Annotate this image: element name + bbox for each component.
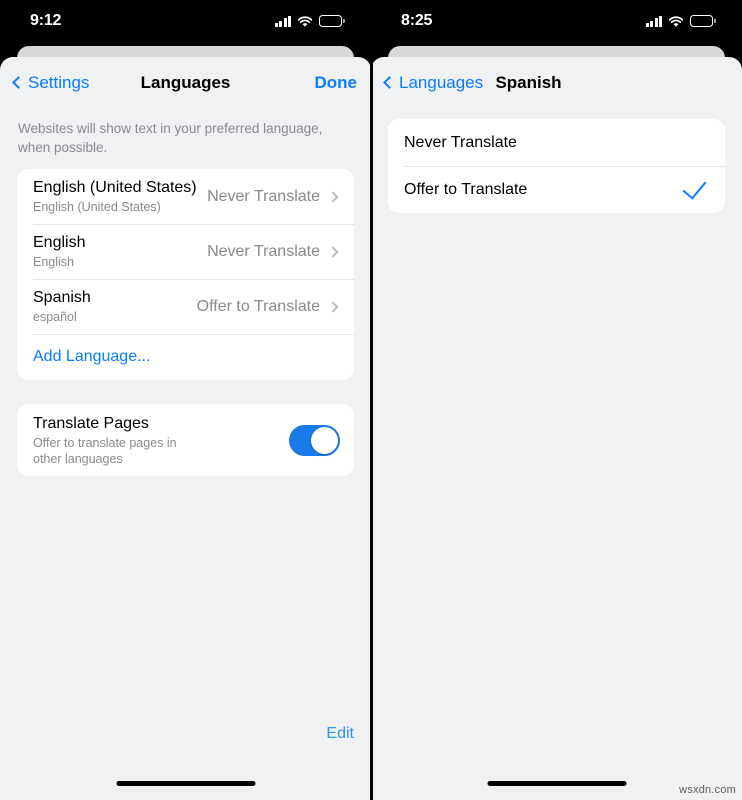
- right-phone-screen: 8:25 Languages Spanish Never Translate O…: [371, 0, 742, 800]
- chevron-right-icon: [327, 190, 339, 203]
- watermark: wsxdn.com: [679, 784, 736, 796]
- language-name: English: [33, 234, 86, 251]
- cellular-bars-icon: [645, 15, 663, 27]
- option-label: Never Translate: [404, 133, 517, 151]
- row-text-group: Translate Pages Offer to translate pages…: [33, 414, 289, 467]
- status-icon-group: [645, 15, 716, 27]
- home-indicator[interactable]: [116, 781, 255, 786]
- right-nav-bar: Languages Spanish: [371, 57, 742, 108]
- screenshot-stage: 9:12 Settings Languages Done Websites wi…: [0, 0, 742, 800]
- languages-card: English (United States) English (United …: [17, 169, 354, 380]
- panel-divider: [370, 0, 373, 800]
- edit-button[interactable]: Edit: [326, 725, 354, 743]
- done-button[interactable]: Done: [315, 73, 358, 93]
- left-content: Websites will show text in your preferre…: [0, 108, 371, 476]
- status-icon-group: [274, 15, 345, 27]
- toggle-knob: [311, 426, 338, 454]
- languages-footnote: Websites will show text in your preferre…: [18, 121, 323, 155]
- right-settings-sheet: Languages Spanish Never Translate Offer …: [371, 57, 742, 800]
- chevron-left-icon: [12, 76, 25, 89]
- back-to-languages-button[interactable]: Languages: [383, 72, 484, 93]
- add-language-label: Add Language...: [33, 348, 151, 365]
- language-native-name: English: [33, 255, 74, 269]
- translate-options-card: Never Translate Offer to Translate: [388, 119, 725, 213]
- chevron-right-icon: [327, 300, 339, 313]
- chevron-left-icon: [383, 76, 396, 89]
- row-text-group: Spanish español: [33, 288, 197, 325]
- list-item[interactable]: Offer to Translate: [388, 166, 725, 213]
- home-indicator[interactable]: [487, 781, 626, 786]
- chevron-right-icon: [327, 245, 339, 258]
- list-item[interactable]: Never Translate: [388, 119, 725, 166]
- back-to-settings-button[interactable]: Settings: [12, 72, 90, 93]
- row-text-group: Offer to Translate: [404, 180, 688, 200]
- row-text-group: English English: [33, 233, 207, 270]
- back-button-label: Settings: [28, 72, 90, 92]
- translate-setting-value: Never Translate: [207, 242, 320, 260]
- battery-icon: [690, 15, 716, 27]
- right-status-bar: 8:25: [371, 0, 742, 42]
- language-name: Spanish: [33, 289, 91, 306]
- language-native-name: español: [33, 310, 77, 324]
- table-row[interactable]: Spanish español Offer to Translate: [17, 279, 354, 334]
- left-phone-screen: 9:12 Settings Languages Done Websites wi…: [0, 0, 371, 800]
- status-time: 9:12: [30, 12, 62, 29]
- table-row[interactable]: English English Never Translate: [17, 224, 354, 279]
- cellular-bars-icon: [274, 15, 292, 27]
- translate-setting-value: Offer to Translate: [196, 297, 320, 315]
- left-status-bar: 9:12: [0, 0, 371, 42]
- wifi-icon: [297, 15, 313, 27]
- left-settings-sheet: Settings Languages Done Websites will sh…: [0, 57, 371, 800]
- table-row[interactable]: English (United States) English (United …: [17, 169, 354, 224]
- translate-pages-card: Translate Pages Offer to translate pages…: [17, 404, 354, 476]
- left-nav-bar: Settings Languages Done: [0, 57, 371, 108]
- right-content: Never Translate Offer to Translate: [371, 108, 742, 213]
- battery-icon: [319, 15, 345, 27]
- translate-setting-value: Never Translate: [207, 187, 320, 205]
- language-native-name: English (United States): [33, 200, 161, 214]
- translate-pages-toggle[interactable]: [289, 424, 340, 456]
- translate-pages-subtitle: Offer to translate pages in other langua…: [33, 435, 177, 466]
- row-text-group: Never Translate: [404, 133, 711, 153]
- translate-pages-title: Translate Pages: [33, 414, 149, 432]
- back-button-label: Languages: [399, 72, 484, 92]
- translate-pages-row[interactable]: Translate Pages Offer to translate pages…: [17, 404, 354, 476]
- add-language-button[interactable]: Add Language...: [17, 334, 354, 380]
- row-text-group: English (United States) English (United …: [33, 178, 207, 215]
- wifi-icon: [668, 15, 684, 27]
- status-time: 8:25: [401, 12, 433, 29]
- option-label: Offer to Translate: [404, 180, 528, 198]
- language-name: English (United States): [33, 179, 197, 196]
